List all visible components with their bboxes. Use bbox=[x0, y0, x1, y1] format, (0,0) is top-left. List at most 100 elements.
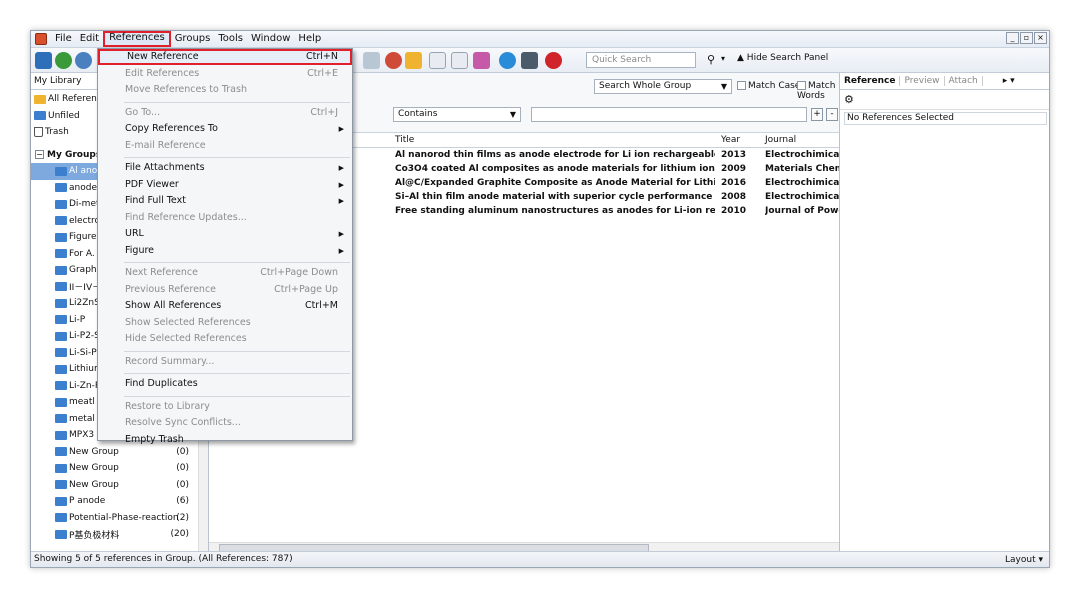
column-year[interactable]: Year bbox=[721, 135, 740, 145]
column-journal[interactable]: Journal bbox=[765, 135, 796, 145]
folder-icon bbox=[55, 463, 67, 473]
group-item[interactable]: P anode (6) bbox=[31, 493, 207, 510]
chevron-right-icon[interactable]: ▸ ▾ bbox=[1003, 76, 1015, 86]
group-item[interactable]: New Group (0) bbox=[31, 477, 207, 494]
menu-item-move-references-to-trash[interactable]: Move References to Trash bbox=[98, 82, 352, 98]
folder-icon bbox=[55, 480, 67, 490]
online-search-icon[interactable] bbox=[55, 52, 72, 69]
collapse-icon[interactable]: − bbox=[35, 150, 44, 160]
cell-year: 2013 bbox=[721, 150, 747, 160]
match-case-checkbox[interactable] bbox=[737, 81, 746, 90]
menu-item-new-reference[interactable]: New Reference Ctrl+N bbox=[98, 49, 352, 65]
menu-item-previous-reference[interactable]: Previous Reference Ctrl+Page Up bbox=[98, 282, 352, 298]
find-full-text-icon[interactable] bbox=[363, 52, 380, 69]
minimize-button[interactable]: _ bbox=[1006, 32, 1019, 44]
tab-reference[interactable]: Reference bbox=[840, 76, 901, 86]
cell-journal: Electrochimica Acta bbox=[765, 192, 839, 202]
search-icon[interactable]: ⚲ bbox=[707, 53, 715, 66]
gear-icon[interactable]: ⚙ bbox=[844, 93, 854, 106]
menu-item-url[interactable]: URL ▶ bbox=[98, 226, 352, 242]
group-item[interactable]: P基负极材料 (20) bbox=[31, 526, 207, 543]
submenu-arrow-icon: ▶ bbox=[338, 125, 344, 133]
folder-icon bbox=[55, 249, 67, 259]
hide-search-panel-button[interactable]: ▲ Hide Search Panel bbox=[737, 53, 828, 63]
menu-item-show-selected-references[interactable]: Show Selected References bbox=[98, 315, 352, 331]
remove-field-button[interactable]: - bbox=[826, 108, 838, 121]
submenu-arrow-icon: ▶ bbox=[338, 180, 344, 189]
open-link-icon[interactable] bbox=[385, 52, 402, 69]
search-scope-select[interactable]: Search Whole Group ▼ bbox=[594, 79, 732, 94]
cell-journal: Electrochimica Acta bbox=[765, 150, 839, 160]
menu-item-hide-selected-references[interactable]: Hide Selected References bbox=[98, 331, 352, 347]
group-item-label: Li-P bbox=[69, 314, 86, 325]
menu-item-next-reference[interactable]: Next Reference Ctrl+Page Down bbox=[98, 265, 352, 281]
menu-item-show-all-references[interactable]: Show All References Ctrl+M bbox=[98, 298, 352, 314]
sync-icon[interactable] bbox=[499, 52, 516, 69]
cell-year: 2016 bbox=[721, 178, 747, 188]
menu-edit[interactable]: Edit bbox=[76, 32, 103, 46]
library-icon[interactable] bbox=[35, 52, 52, 69]
share-icon[interactable] bbox=[521, 52, 538, 69]
menu-item-pdf-viewer[interactable]: PDF Viewer ▶ bbox=[98, 177, 352, 193]
search-term-input[interactable] bbox=[531, 107, 807, 122]
menu-item-find-full-text[interactable]: Find Full Text ▶ bbox=[98, 193, 352, 209]
menu-item-label: Edit References bbox=[125, 67, 200, 79]
menu-item-edit-references[interactable]: Edit References Ctrl+E bbox=[98, 66, 352, 82]
operator-select[interactable]: Contains ▼ bbox=[393, 107, 521, 122]
restore-button[interactable]: ▫ bbox=[1020, 32, 1033, 44]
online-search-mode-icon[interactable] bbox=[473, 52, 490, 69]
hide-search-panel-label: Hide Search Panel bbox=[746, 53, 829, 63]
menu-groups[interactable]: Groups bbox=[171, 32, 215, 46]
match-words-checkbox[interactable] bbox=[797, 81, 806, 90]
group-item[interactable]: Potential-Phase-reaction (2) bbox=[31, 510, 207, 527]
close-button[interactable]: × bbox=[1034, 32, 1047, 44]
menu-item-shortcut: Ctrl+E bbox=[307, 67, 338, 79]
chevron-down-icon[interactable]: ▾ bbox=[721, 54, 725, 63]
match-words-option[interactable]: Match Words bbox=[797, 81, 839, 101]
submenu-arrow-icon: ▶ bbox=[338, 164, 344, 172]
group-item-label: Li-Zn-P bbox=[69, 380, 101, 391]
cell-journal: Electrochimica Acta bbox=[765, 178, 839, 188]
cell-year: 2009 bbox=[721, 164, 747, 174]
references-menu-dropdown: New Reference Ctrl+N Edit References Ctrl+E… bbox=[97, 48, 353, 445]
menu-references[interactable]: References bbox=[103, 31, 171, 47]
insert-citation-icon[interactable] bbox=[429, 52, 446, 69]
menu-item-label: Copy References To bbox=[125, 123, 218, 134]
menu-item-resolve-sync-conflicts[interactable]: Resolve Sync Conflicts... bbox=[98, 415, 352, 431]
trash-icon bbox=[34, 127, 43, 138]
menu-item-e-mail-reference[interactable]: E-mail Reference bbox=[98, 138, 352, 154]
menu-tools[interactable]: Tools bbox=[214, 32, 247, 46]
menu-window[interactable]: Window bbox=[247, 32, 294, 46]
my-groups-label: My Groups bbox=[47, 149, 102, 160]
tab-attach[interactable]: Attach bbox=[945, 76, 983, 86]
layout-label: Layout bbox=[1005, 555, 1036, 565]
menu-help[interactable]: Help bbox=[294, 32, 325, 46]
menu-item-label: Empty Trash bbox=[125, 433, 184, 445]
menu-item-go-to[interactable]: Go To... Ctrl+J bbox=[98, 105, 352, 121]
menu-item-label: Find Reference Updates... bbox=[125, 211, 247, 223]
format-bibliography-icon[interactable] bbox=[451, 52, 468, 69]
integrated-library-icon[interactable] bbox=[75, 52, 92, 69]
add-field-button[interactable]: + bbox=[811, 108, 823, 121]
menu-item-file-attachments[interactable]: File Attachments ▶ bbox=[98, 160, 352, 176]
column-title[interactable]: Title bbox=[395, 135, 414, 145]
menu-separator bbox=[124, 262, 350, 263]
menu-item-restore-to-library[interactable]: Restore to Library bbox=[98, 399, 352, 415]
menu-file[interactable]: File bbox=[51, 32, 76, 46]
menu-item-empty-trash[interactable]: Empty Trash bbox=[98, 432, 352, 448]
layout-button[interactable]: Layout ▾ bbox=[1005, 553, 1043, 567]
menu-item-figure[interactable]: Figure ▶ bbox=[98, 243, 352, 259]
open-folder-icon[interactable] bbox=[405, 52, 422, 69]
menu-item-copy-references-to[interactable]: Copy References To ▶ bbox=[98, 121, 352, 137]
group-item-label: P anode bbox=[69, 496, 106, 507]
quick-search-input[interactable]: Quick Search bbox=[586, 52, 696, 68]
menu-item-find-reference-updates[interactable]: Find Reference Updates... bbox=[98, 210, 352, 226]
help-icon[interactable] bbox=[545, 52, 562, 69]
folder-icon bbox=[55, 430, 67, 440]
menu-item-record-summary[interactable]: Record Summary... bbox=[98, 354, 352, 370]
match-case-option[interactable]: Match Case bbox=[737, 81, 800, 91]
menu-item-find-duplicates[interactable]: Find Duplicates bbox=[98, 376, 352, 392]
group-item[interactable]: New Group (0) bbox=[31, 460, 207, 477]
gear-menu[interactable]: ⚙ bbox=[840, 90, 1049, 110]
tab-preview[interactable]: Preview bbox=[900, 76, 945, 86]
